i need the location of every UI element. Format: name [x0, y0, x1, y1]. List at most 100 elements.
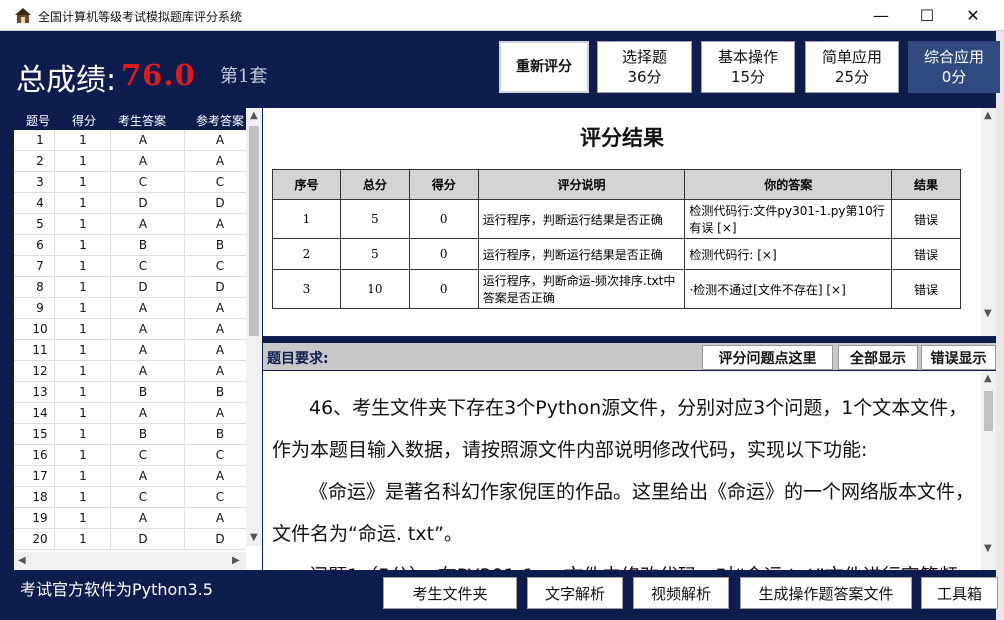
answer-row[interactable]: 13 1 B B: [14, 382, 246, 403]
column-divider: [54, 340, 55, 361]
student-folder-button[interactable]: 考生文件夹: [383, 577, 517, 609]
cell-description: 运行程序，判断命运-频次排序.txt中答案是否正确: [477, 269, 686, 309]
column-divider: [54, 277, 55, 298]
column-divider: [54, 487, 55, 508]
scroll-up-icon[interactable]: ▲: [250, 110, 258, 121]
answer-row[interactable]: 21AA: [14, 151, 246, 172]
answer-row[interactable]: 51AA: [14, 214, 246, 235]
column-divider: [184, 298, 185, 319]
column-divider: [184, 487, 185, 508]
column-divider: [110, 214, 111, 235]
cell-score: 1: [79, 427, 87, 441]
answer-row[interactable]: 71CC: [14, 256, 246, 277]
cell-score: 1: [79, 196, 87, 210]
requirement-paragraph: 46、考生文件夹下存在3个Python源文件，分别对应3个问题，1个文本文件，作…: [272, 397, 968, 461]
column-divider: [110, 382, 111, 403]
tab-scoring-issues[interactable]: 评分问题点这里: [702, 345, 833, 370]
answer-row[interactable]: 91AA: [14, 298, 246, 319]
category-name: 简单应用: [821, 48, 882, 66]
column-divider: [54, 214, 55, 235]
result-row: 2 5 0 运行程序，判断运行结果是否正确 检测代码行: [×] 错误: [272, 238, 961, 270]
column-divider: [110, 256, 111, 277]
requirement-vscrollbar[interactable]: ▲ ▼: [981, 371, 996, 570]
category-simple-button[interactable]: 简单应用 25分: [805, 41, 899, 93]
cell-student-answer: C: [138, 490, 148, 504]
answer-table-vscrollbar[interactable]: ▲ ▼: [246, 108, 262, 546]
cell-reference-answer: D: [215, 280, 225, 294]
set-label: 第1套: [220, 66, 268, 87]
category-choice-button[interactable]: 选择题 36分: [597, 41, 692, 93]
answer-row[interactable]: 11 1 A A: [14, 340, 246, 361]
col-header-result: 结果: [891, 169, 961, 200]
answer-table-body: 1 1 A A 2 1 A A 3 1 C C 4 1 D D 5 1 A A 6 1 B B 7 1 C C 8 1 D D 9 1 A A 10 1 A…: [14, 130, 246, 550]
header: 总成绩: 76.0 第1套 重新评分 选择题 36分 基本操作 15分 简单应用…: [8, 32, 1000, 107]
window-title: 全国计算机等级考试模拟题库评分系统: [38, 10, 243, 24]
requirement-body: 46、考生文件夹下存在3个Python源文件，分别对应3个问题，1个文本文件，作…: [263, 371, 996, 570]
cell-reference-answer: A: [215, 364, 225, 378]
answer-row[interactable]: 81DD: [14, 277, 246, 298]
cell-score: 0: [408, 238, 479, 270]
python-version-info: 考试官方软件为Python3.5: [20, 580, 213, 599]
cell-score: 1: [79, 469, 87, 483]
minimize-button[interactable]: —: [858, 0, 904, 31]
category-comprehensive-button[interactable]: 综合应用 0分: [908, 41, 1000, 93]
cell-student-answer: C: [138, 259, 148, 273]
answer-row[interactable]: 11AA: [14, 130, 246, 151]
col-header-your-answer: 你的答案: [684, 169, 893, 200]
answer-row[interactable]: 10 1 A A: [14, 319, 246, 340]
tab-show-errors[interactable]: 错误显示: [921, 345, 996, 370]
answer-row[interactable]: 12 1 A A: [14, 361, 246, 382]
answer-row[interactable]: 20 1 D D: [14, 529, 246, 550]
result-vscrollbar[interactable]: ▲ ▼: [981, 108, 996, 336]
answer-row[interactable]: 18 1 C C: [14, 487, 246, 508]
column-divider: [184, 382, 185, 403]
cell-reference-answer: B: [215, 238, 225, 252]
answer-table-hscrollbar[interactable]: ◀ ▶: [14, 552, 246, 570]
answer-row[interactable]: 19 1 A A: [14, 508, 246, 529]
column-divider: [54, 508, 55, 529]
video-analysis-button[interactable]: 视频解析: [633, 577, 729, 609]
toolbox-button[interactable]: 工具箱: [921, 577, 998, 609]
cell-reference-answer: A: [215, 301, 225, 315]
scroll-down-icon[interactable]: ▼: [984, 308, 992, 319]
column-divider: [110, 424, 111, 445]
cell-score: 1: [79, 511, 87, 525]
cell-reference-answer: A: [215, 154, 225, 168]
result-table-header: 序号 总分 得分 评分说明 你的答案 结果: [272, 169, 961, 200]
text-analysis-button[interactable]: 文字解析: [527, 577, 623, 609]
column-divider: [110, 172, 111, 193]
answer-row[interactable]: 14 1 A A: [14, 403, 246, 424]
col-header-student-answer: 考生答案: [118, 114, 167, 128]
scroll-down-icon[interactable]: ▼: [984, 543, 992, 554]
scroll-left-icon[interactable]: ◀: [18, 555, 26, 566]
answer-row[interactable]: 17 1 A A: [14, 466, 246, 487]
scroll-right-icon[interactable]: ▶: [232, 555, 240, 566]
requirement-bar: 题目要求: 评分问题点这里 全部显示 错误显示: [263, 340, 996, 370]
column-divider: [110, 529, 111, 550]
cell-score: 1: [79, 532, 87, 546]
scroll-up-icon[interactable]: ▲: [984, 373, 992, 384]
answer-row[interactable]: 41DD: [14, 193, 246, 214]
scroll-down-icon[interactable]: ▼: [250, 532, 258, 543]
rescore-button[interactable]: 重新评分: [499, 41, 589, 93]
answer-row[interactable]: 61BB: [14, 235, 246, 256]
close-button[interactable]: ✕: [950, 0, 996, 31]
scroll-thumb[interactable]: [249, 126, 259, 336]
scroll-up-icon[interactable]: ▲: [984, 110, 992, 121]
scroll-thumb[interactable]: [984, 391, 993, 431]
column-divider: [110, 340, 111, 361]
answer-row[interactable]: 31CC: [14, 172, 246, 193]
generate-answer-file-button[interactable]: 生成操作题答案文件: [740, 577, 912, 609]
answer-row[interactable]: 16 1 C C: [14, 445, 246, 466]
answer-row[interactable]: 15 1 B B: [14, 424, 246, 445]
column-divider: [54, 235, 55, 256]
requirement-title: 题目要求:: [267, 351, 329, 367]
column-divider: [184, 445, 185, 466]
maximize-button[interactable]: ☐: [904, 0, 950, 31]
cell-student-answer: C: [138, 448, 148, 462]
category-basic-button[interactable]: 基本操作 15分: [701, 41, 795, 93]
tab-show-all[interactable]: 全部显示: [838, 345, 918, 370]
column-divider: [110, 466, 111, 487]
col-header-reference-answer: 参考答案: [196, 114, 245, 128]
cell-score: 0: [408, 199, 479, 239]
